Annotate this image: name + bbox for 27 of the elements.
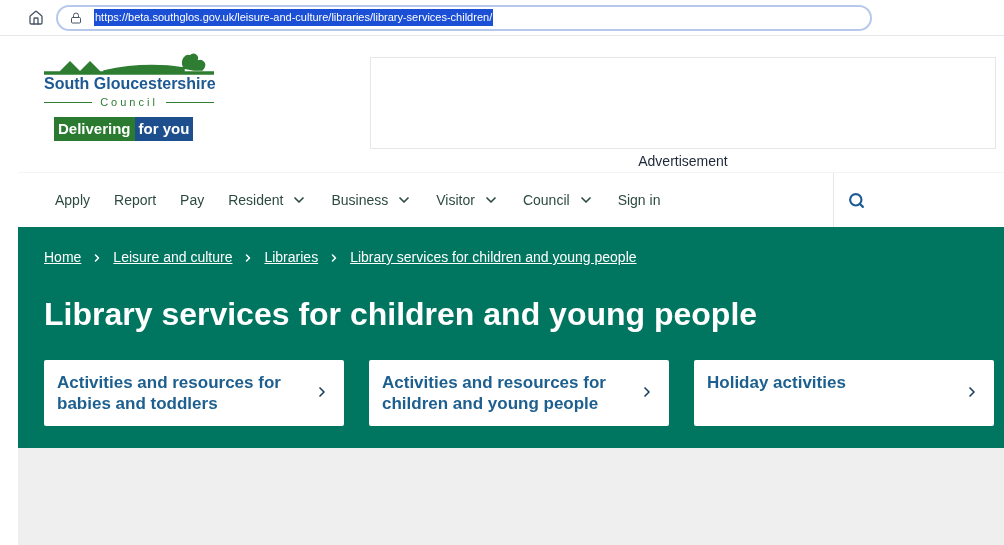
- home-icon[interactable]: [28, 9, 44, 26]
- search-icon[interactable]: [848, 191, 865, 209]
- link-card[interactable]: Activities and resources for babies and toddlers: [44, 360, 344, 426]
- link-card[interactable]: Holiday activities: [694, 360, 994, 426]
- address-bar[interactable]: https://beta.southglos.gov.uk/leisure-and-culture/libraries/library-services-children/: [56, 4, 872, 31]
- nav-link[interactable]: Sign in: [617, 189, 661, 211]
- nav-link[interactable]: Business: [331, 189, 413, 211]
- page-title: Library services for children and young people: [44, 295, 759, 334]
- url-text: https://beta.southglos.gov.uk/leisure-and-culture/libraries/library-services-children/: [94, 9, 494, 26]
- council-name: South Gloucestershire: [44, 74, 217, 94]
- tagline-word: for you: [134, 116, 194, 141]
- breadcrumb-link[interactable]: Leisure and culture: [113, 247, 233, 268]
- nav-link[interactable]: Apply: [55, 189, 91, 211]
- advert-label: Advertisement: [638, 152, 728, 171]
- council-subtitle: Council: [100, 95, 158, 110]
- breadcrumb-link[interactable]: Home: [44, 247, 82, 268]
- nav-link[interactable]: Report: [114, 189, 157, 211]
- tagline-word: Delivering: [54, 116, 135, 141]
- lock-icon: [70, 11, 82, 24]
- nav-link[interactable]: Pay: [180, 189, 205, 211]
- nav-link[interactable]: Council: [522, 189, 594, 211]
- nav-link[interactable]: Resident: [228, 189, 308, 211]
- link-card[interactable]: Activities and resources for children and young people: [369, 360, 669, 426]
- bridge-hills-icon: [44, 50, 214, 76]
- breadcrumb-link[interactable]: Library services for children and young people: [350, 247, 637, 268]
- breadcrumb-link[interactable]: Libraries: [264, 247, 319, 268]
- nav-link[interactable]: Visitor: [436, 189, 499, 211]
